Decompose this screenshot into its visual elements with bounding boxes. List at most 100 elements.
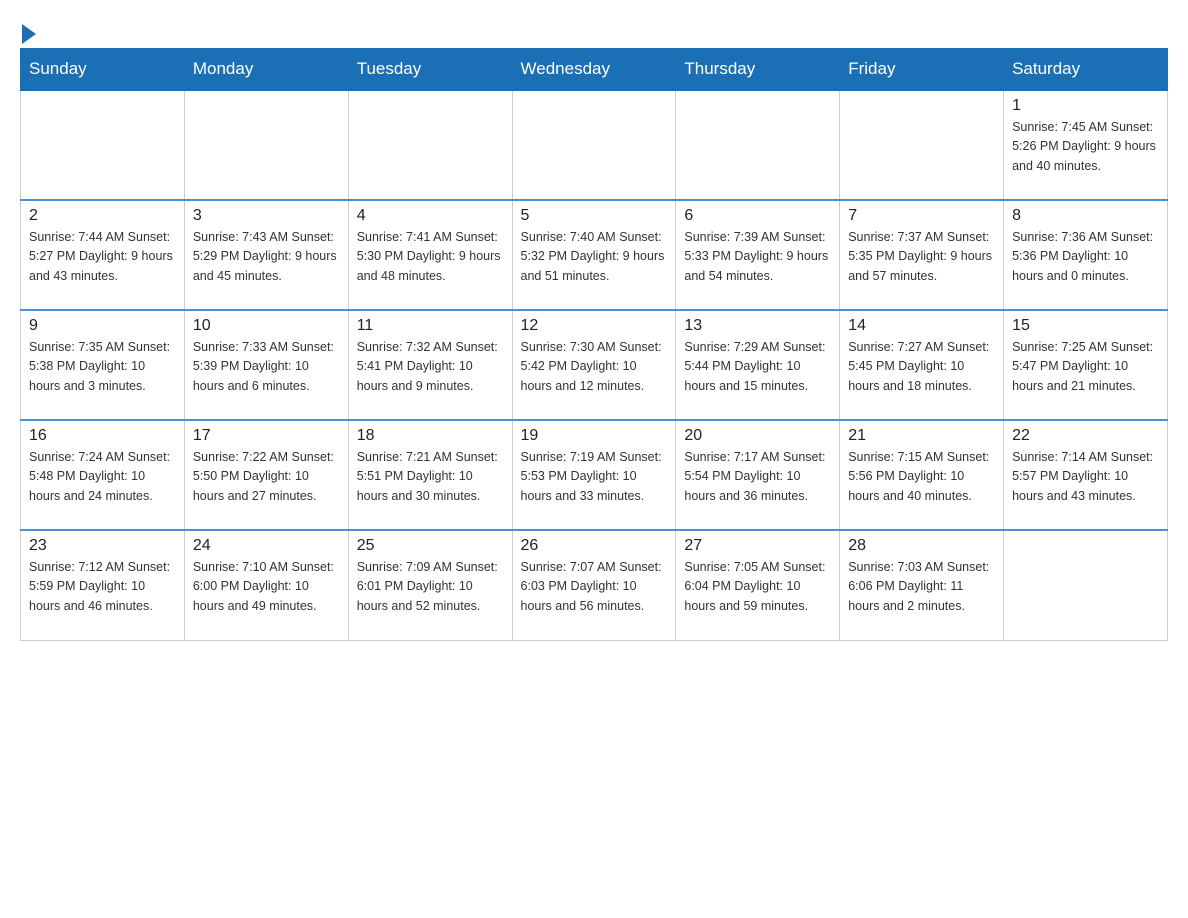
day-info: Sunrise: 7:32 AM Sunset: 5:41 PM Dayligh… — [357, 338, 504, 396]
day-info: Sunrise: 7:24 AM Sunset: 5:48 PM Dayligh… — [29, 448, 176, 506]
calendar-cell: 24 Sunrise: 7:10 AM Sunset: 6:00 PM Dayli… — [184, 530, 348, 640]
calendar-cell: 27 Sunrise: 7:05 AM Sunset: 6:04 PM Dayli… — [676, 530, 840, 640]
day-number: 19 — [521, 427, 668, 445]
calendar-week-row: 1 Sunrise: 7:45 AM Sunset: 5:26 PM Daylig… — [21, 90, 1168, 200]
day-number: 7 — [848, 207, 995, 225]
calendar-cell: 22 Sunrise: 7:14 AM Sunset: 5:57 PM Dayli… — [1004, 420, 1168, 530]
day-info: Sunrise: 7:43 AM Sunset: 5:29 PM Dayligh… — [193, 228, 340, 286]
calendar-cell: 15 Sunrise: 7:25 AM Sunset: 5:47 PM Dayli… — [1004, 310, 1168, 420]
calendar-cell: 1 Sunrise: 7:45 AM Sunset: 5:26 PM Daylig… — [1004, 90, 1168, 200]
calendar-cell: 11 Sunrise: 7:32 AM Sunset: 5:41 PM Dayli… — [348, 310, 512, 420]
calendar-cell: 4 Sunrise: 7:41 AM Sunset: 5:30 PM Daylig… — [348, 200, 512, 310]
day-info: Sunrise: 7:17 AM Sunset: 5:54 PM Dayligh… — [684, 448, 831, 506]
day-info: Sunrise: 7:19 AM Sunset: 5:53 PM Dayligh… — [521, 448, 668, 506]
day-number: 10 — [193, 317, 340, 335]
day-of-week-header: Thursday — [676, 49, 840, 91]
calendar-cell: 26Sunrise: 7:07 AM Sunset: 6:03 PM Dayli… — [512, 530, 676, 640]
day-info: Sunrise: 7:36 AM Sunset: 5:36 PM Dayligh… — [1012, 228, 1159, 286]
day-info: Sunrise: 7:14 AM Sunset: 5:57 PM Dayligh… — [1012, 448, 1159, 506]
calendar-cell: 17 Sunrise: 7:22 AM Sunset: 5:50 PM Dayli… — [184, 420, 348, 530]
calendar-cell: 16 Sunrise: 7:24 AM Sunset: 5:48 PM Dayli… — [21, 420, 185, 530]
calendar-cell: 7 Sunrise: 7:37 AM Sunset: 5:35 PM Daylig… — [840, 200, 1004, 310]
calendar-cell: 6 Sunrise: 7:39 AM Sunset: 5:33 PM Daylig… — [676, 200, 840, 310]
day-number: 21 — [848, 427, 995, 445]
day-info: Sunrise: 7:09 AM Sunset: 6:01 PM Dayligh… — [357, 558, 504, 616]
day-info: Sunrise: 7:29 AM Sunset: 5:44 PM Dayligh… — [684, 338, 831, 396]
calendar-cell — [184, 90, 348, 200]
day-of-week-header: Monday — [184, 49, 348, 91]
day-number: 13 — [684, 317, 831, 335]
calendar-cell: 23Sunrise: 7:12 AM Sunset: 5:59 PM Dayli… — [21, 530, 185, 640]
day-number: 17 — [193, 427, 340, 445]
day-number: 25 — [357, 537, 504, 555]
calendar-cell: 25 Sunrise: 7:09 AM Sunset: 6:01 PM Dayli… — [348, 530, 512, 640]
day-number: 6 — [684, 207, 831, 225]
calendar-cell: 2Sunrise: 7:44 AM Sunset: 5:27 PM Daylig… — [21, 200, 185, 310]
calendar-week-row: 2Sunrise: 7:44 AM Sunset: 5:27 PM Daylig… — [21, 200, 1168, 310]
day-of-week-header: Friday — [840, 49, 1004, 91]
calendar-cell: 13 Sunrise: 7:29 AM Sunset: 5:44 PM Dayli… — [676, 310, 840, 420]
day-info: Sunrise: 7:41 AM Sunset: 5:30 PM Dayligh… — [357, 228, 504, 286]
day-number: 8 — [1012, 207, 1159, 225]
day-number: 14 — [848, 317, 995, 335]
day-of-week-header: Sunday — [21, 49, 185, 91]
calendar-cell: 21 Sunrise: 7:15 AM Sunset: 5:56 PM Dayli… — [840, 420, 1004, 530]
day-of-week-header: Tuesday — [348, 49, 512, 91]
calendar-table: SundayMondayTuesdayWednesdayThursdayFrid… — [20, 48, 1168, 641]
day-of-week-header: Wednesday — [512, 49, 676, 91]
day-info: Sunrise: 7:35 AM Sunset: 5:38 PM Dayligh… — [29, 338, 176, 396]
calendar-cell: 14 Sunrise: 7:27 AM Sunset: 5:45 PM Dayli… — [840, 310, 1004, 420]
day-number: 16 — [29, 427, 176, 445]
calendar-cell: 9 Sunrise: 7:35 AM Sunset: 5:38 PM Daylig… — [21, 310, 185, 420]
calendar-week-row: 9 Sunrise: 7:35 AM Sunset: 5:38 PM Daylig… — [21, 310, 1168, 420]
day-number: 24 — [193, 537, 340, 555]
day-number: 20 — [684, 427, 831, 445]
day-info: Sunrise: 7:33 AM Sunset: 5:39 PM Dayligh… — [193, 338, 340, 396]
day-number: 27 — [684, 537, 831, 555]
day-info: Sunrise: 7:21 AM Sunset: 5:51 PM Dayligh… — [357, 448, 504, 506]
day-info: Sunrise: 7:45 AM Sunset: 5:26 PM Dayligh… — [1012, 118, 1159, 176]
calendar-cell — [348, 90, 512, 200]
day-number: 15 — [1012, 317, 1159, 335]
day-number: 9 — [29, 317, 176, 335]
day-info: Sunrise: 7:37 AM Sunset: 5:35 PM Dayligh… — [848, 228, 995, 286]
day-number: 22 — [1012, 427, 1159, 445]
logo — [20, 20, 36, 38]
calendar-cell: 5 Sunrise: 7:40 AM Sunset: 5:32 PM Daylig… — [512, 200, 676, 310]
calendar-cell: 10 Sunrise: 7:33 AM Sunset: 5:39 PM Dayli… — [184, 310, 348, 420]
day-info: Sunrise: 7:10 AM Sunset: 6:00 PM Dayligh… — [193, 558, 340, 616]
calendar-cell: 20 Sunrise: 7:17 AM Sunset: 5:54 PM Dayli… — [676, 420, 840, 530]
logo-arrow-icon — [22, 24, 36, 44]
day-number: 28 — [848, 537, 995, 555]
day-number: 23 — [29, 537, 176, 555]
day-info: Sunrise: 7:25 AM Sunset: 5:47 PM Dayligh… — [1012, 338, 1159, 396]
day-number: 11 — [357, 317, 504, 335]
calendar-cell: 8 Sunrise: 7:36 AM Sunset: 5:36 PM Daylig… — [1004, 200, 1168, 310]
day-info: Sunrise: 7:03 AM Sunset: 6:06 PM Dayligh… — [848, 558, 995, 616]
day-info: Sunrise: 7:27 AM Sunset: 5:45 PM Dayligh… — [848, 338, 995, 396]
day-info: Sunrise: 7:39 AM Sunset: 5:33 PM Dayligh… — [684, 228, 831, 286]
day-number: 5 — [521, 207, 668, 225]
day-info: Sunrise: 7:15 AM Sunset: 5:56 PM Dayligh… — [848, 448, 995, 506]
calendar-cell — [676, 90, 840, 200]
day-info: Sunrise: 7:07 AM Sunset: 6:03 PM Dayligh… — [521, 558, 668, 616]
calendar-cell: 19 Sunrise: 7:19 AM Sunset: 5:53 PM Dayli… — [512, 420, 676, 530]
day-info: Sunrise: 7:30 AM Sunset: 5:42 PM Dayligh… — [521, 338, 668, 396]
day-info: Sunrise: 7:40 AM Sunset: 5:32 PM Dayligh… — [521, 228, 668, 286]
day-number: 4 — [357, 207, 504, 225]
page-header — [20, 20, 1168, 38]
calendar-cell — [840, 90, 1004, 200]
calendar-cell: 28 Sunrise: 7:03 AM Sunset: 6:06 PM Dayli… — [840, 530, 1004, 640]
calendar-week-row: 16 Sunrise: 7:24 AM Sunset: 5:48 PM Dayli… — [21, 420, 1168, 530]
day-number: 18 — [357, 427, 504, 445]
calendar-cell: 12 Sunrise: 7:30 AM Sunset: 5:42 PM Dayli… — [512, 310, 676, 420]
day-number: 1 — [1012, 97, 1159, 115]
day-of-week-header: Saturday — [1004, 49, 1168, 91]
day-info: Sunrise: 7:05 AM Sunset: 6:04 PM Dayligh… — [684, 558, 831, 616]
calendar-cell — [21, 90, 185, 200]
calendar-week-row: 23Sunrise: 7:12 AM Sunset: 5:59 PM Dayli… — [21, 530, 1168, 640]
day-number: 12 — [521, 317, 668, 335]
day-info: Sunrise: 7:44 AM Sunset: 5:27 PM Dayligh… — [29, 228, 176, 286]
calendar-cell: 3Sunrise: 7:43 AM Sunset: 5:29 PM Daylig… — [184, 200, 348, 310]
day-info: Sunrise: 7:22 AM Sunset: 5:50 PM Dayligh… — [193, 448, 340, 506]
